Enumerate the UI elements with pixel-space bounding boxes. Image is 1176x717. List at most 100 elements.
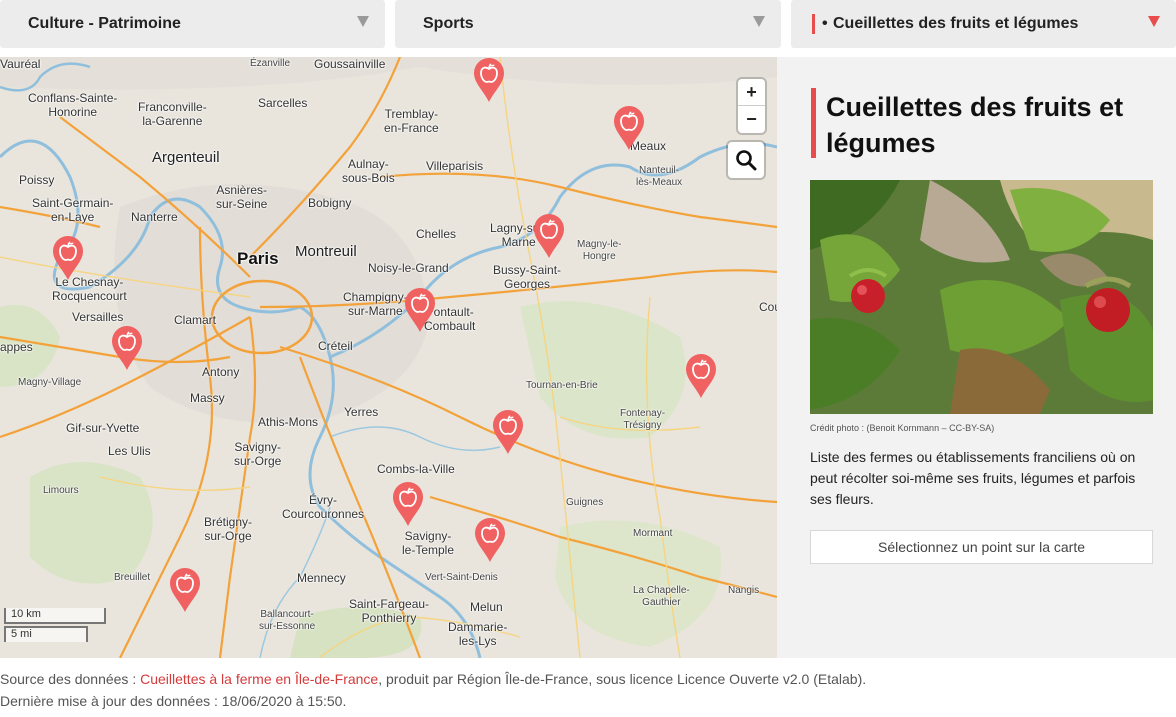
caret-down-icon xyxy=(357,16,369,27)
place-label: Les Ulis xyxy=(108,444,151,458)
place-label: Nangis xyxy=(728,585,760,596)
place-label: Savigny- le-Temple xyxy=(402,529,455,557)
layer-selectors: Culture - Patrimoine Sports • Cueillette… xyxy=(0,0,1176,48)
apple-marker-icon xyxy=(393,482,423,526)
map-scale: 10 km 5 mi xyxy=(4,608,106,642)
place-label: Conflans-Sainte- Honorine xyxy=(28,91,118,119)
place-label: Breuillet xyxy=(114,572,151,583)
cueillette-pin[interactable] xyxy=(472,57,506,103)
apple-marker-icon xyxy=(170,568,200,612)
info-panel: Cueillettes des fruits et légumes Crédit… xyxy=(777,57,1176,658)
place-label: Combs-la-Ville xyxy=(377,462,455,476)
place-label: Goussainville xyxy=(314,57,386,71)
place-label: Montreuil xyxy=(295,243,357,260)
select-point-button[interactable]: Sélectionnez un point sur la carte xyxy=(810,530,1153,564)
place-label: Athis-Mons xyxy=(258,415,319,429)
cueillette-pin[interactable] xyxy=(168,567,202,613)
place-label: Tournan-en-Brie xyxy=(526,380,598,391)
place-label: Magny-Village xyxy=(18,377,82,388)
place-label: Asnières- sur-Seine xyxy=(216,183,268,211)
place-label: Ballancourt- sur-Essonne xyxy=(259,609,316,632)
place-label: Créteil xyxy=(318,339,353,353)
cueillette-pin[interactable] xyxy=(491,409,525,455)
cueillettes-select[interactable]: • Cueillettes des fruits et légumes xyxy=(791,0,1176,48)
place-label: Massy xyxy=(190,391,225,405)
zoom-out-button[interactable]: − xyxy=(738,106,765,133)
place-label: Fontenay- Trésigny xyxy=(620,408,666,431)
place-label: Magny-le- Hongre xyxy=(577,239,622,262)
place-label: Argenteuil xyxy=(152,149,220,166)
place-label: Yerres xyxy=(344,405,379,419)
place-label: Poissy xyxy=(19,173,55,187)
place-label: Évry- Courcouronnes xyxy=(282,493,365,521)
select-label: Cueillettes des fruits et légumes xyxy=(833,15,1079,32)
map-search-button[interactable] xyxy=(728,142,764,178)
photo-credit: Crédit photo : (Benoit Kornmann – CC-BY-… xyxy=(810,423,995,433)
select-label: Culture - Patrimoine xyxy=(28,15,181,32)
panel-title: Cueillettes des fruits et légumes xyxy=(826,92,1124,158)
active-marker xyxy=(812,14,815,34)
culture-patrimoine-select[interactable]: Culture - Patrimoine xyxy=(0,0,385,48)
cueillette-pin[interactable] xyxy=(391,481,425,527)
place-label: Champigny- sur-Marne xyxy=(343,290,408,318)
map[interactable]: Vauréal Ézanville Goussainville Conflans… xyxy=(0,57,777,658)
place-label: Nanterre xyxy=(131,210,178,224)
scale-km: 10 km xyxy=(4,608,106,624)
place-label: Nanteuil- lès-Meaux xyxy=(636,165,683,188)
caret-down-icon xyxy=(753,16,765,27)
cueillette-pin[interactable] xyxy=(684,353,718,399)
place-label: Vauréal xyxy=(0,57,41,71)
place-label: Bussy-Saint- Georges xyxy=(493,263,562,291)
place-label: Mennecy xyxy=(297,571,346,585)
place-label: Limours xyxy=(43,485,79,496)
place-label: Melun xyxy=(470,600,503,614)
cueillette-pin[interactable] xyxy=(51,235,85,281)
place-label: Gif-sur-Yvette xyxy=(66,421,140,435)
source-suffix: , produit par Région Île-de-France, sous… xyxy=(378,671,867,687)
cueillette-pin[interactable] xyxy=(110,325,144,371)
place-label: La Chapelle- Gauthier xyxy=(633,585,690,608)
title-accent-bar xyxy=(811,88,816,158)
zoom-control: + − xyxy=(738,79,765,133)
place-label: appes xyxy=(0,340,33,354)
last-update: Dernière mise à jour des données : 18/06… xyxy=(0,693,347,709)
apple-marker-icon xyxy=(493,410,523,454)
place-label: Savigny- sur-Orge xyxy=(234,440,282,468)
select-label: Sports xyxy=(423,15,474,32)
cueillette-pin[interactable] xyxy=(532,213,566,259)
place-label: Saint-Fargeau- Ponthierry xyxy=(349,597,430,625)
strawberry-image xyxy=(810,180,1153,414)
apple-marker-icon xyxy=(474,58,504,102)
place-label: Saint-Germain- en-Laye xyxy=(32,196,114,224)
source-line: Source des données : Cueillettes à la fe… xyxy=(0,668,866,690)
apple-marker-icon xyxy=(112,326,142,370)
place-label: Chelles xyxy=(416,227,457,241)
place-label: Guignes xyxy=(566,497,604,508)
apple-marker-icon xyxy=(53,236,83,280)
place-label: Tremblay- en-France xyxy=(384,107,439,135)
cueillette-pin[interactable] xyxy=(612,105,646,151)
place-label: Aulnay- sous-Bois xyxy=(342,157,395,185)
caret-down-icon xyxy=(1148,16,1160,27)
place-label: Antony xyxy=(202,365,240,379)
sports-select[interactable]: Sports xyxy=(395,0,781,48)
place-label: Clamart xyxy=(174,313,217,327)
bullet: • xyxy=(822,15,828,32)
apple-marker-icon xyxy=(475,518,505,562)
place-label: Bobigny xyxy=(308,196,352,210)
place-label: Villeparisis xyxy=(426,159,484,173)
panel-description: Liste des fermes ou établissements franc… xyxy=(810,449,1136,507)
apple-marker-icon xyxy=(614,106,644,150)
place-label: Ézanville xyxy=(250,58,291,69)
apple-marker-icon xyxy=(686,354,716,398)
place-label: Noisy-le-Grand xyxy=(368,261,449,275)
place-label: Franconville- la-Garenne xyxy=(138,100,207,128)
scale-mi: 5 mi xyxy=(4,626,88,642)
place-label: Mormant xyxy=(633,528,673,539)
zoom-in-button[interactable]: + xyxy=(738,79,765,106)
cueillette-pin[interactable] xyxy=(473,517,507,563)
apple-marker-icon xyxy=(534,214,564,258)
source-link[interactable]: Cueillettes à la ferme en Île-de-France xyxy=(140,671,378,687)
place-label: Paris xyxy=(237,249,279,268)
cueillette-pin[interactable] xyxy=(403,287,437,333)
